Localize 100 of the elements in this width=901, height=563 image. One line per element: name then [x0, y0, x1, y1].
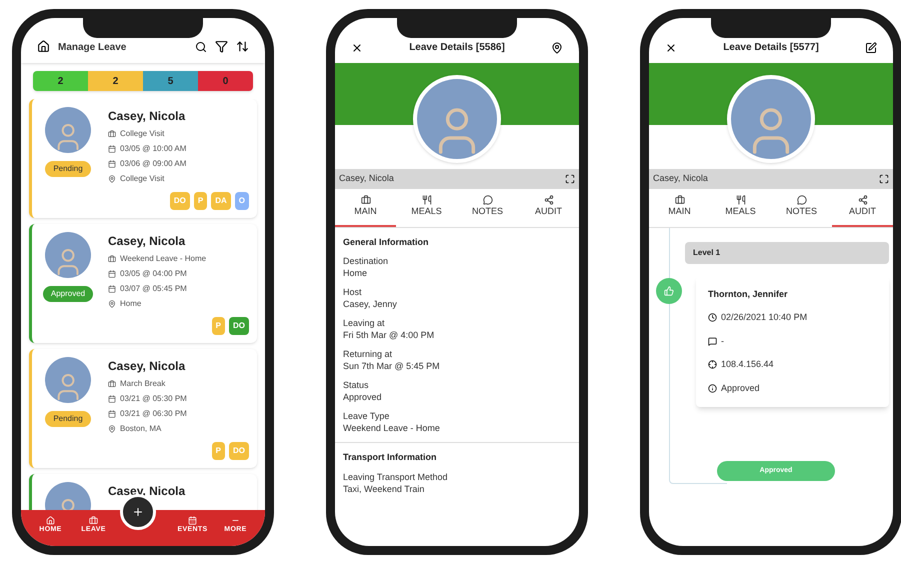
- home-icon: [46, 516, 55, 526]
- field-label: Destination: [343, 255, 390, 267]
- screen-title: Leave Details [5586]: [408, 41, 506, 55]
- section-heading: General Information: [343, 236, 430, 248]
- tab[interactable]: AUDIT: [518, 189, 579, 226]
- field-value: Casey, Jenny: [343, 298, 398, 310]
- field-label: Leave Type: [343, 410, 390, 422]
- tab[interactable]: MEALS: [396, 189, 457, 226]
- briefcase-icon: [674, 195, 684, 205]
- tag: DO: [229, 317, 249, 335]
- audit-status: Approved: [721, 382, 760, 395]
- student-name: Casey, Nicola: [108, 108, 186, 125]
- location: Home: [120, 298, 142, 310]
- leave-card[interactable]: Pending Casey, Nicola College Visit 03/05 @ 10:00 AM 03/06 @ 09:00 AM College Visit DO P DA O: [29, 99, 257, 218]
- screen-title: Manage Leave: [58, 41, 128, 55]
- calendar-icon: [108, 270, 116, 278]
- avatar-placeholder: [45, 232, 91, 278]
- tab[interactable]: MAIN: [649, 189, 710, 226]
- end-time: 03/07 @ 05:45 PM: [120, 283, 187, 295]
- leave-type: College Visit: [120, 128, 164, 140]
- expand-icon[interactable]: [565, 174, 575, 184]
- briefcase-icon: [360, 195, 370, 205]
- briefcase-icon: [89, 516, 98, 526]
- tab[interactable]: NOTES: [457, 189, 518, 226]
- field-value: Home: [343, 267, 368, 279]
- tag: DA: [211, 192, 231, 210]
- leave-type: March Break: [120, 378, 166, 390]
- speech-bubble-icon: [482, 195, 492, 205]
- status-badge: Pending: [45, 161, 91, 177]
- filter-icon[interactable]: [215, 40, 228, 53]
- field-label: Leaving Transport Method: [343, 470, 449, 482]
- calendar-icon: [188, 516, 197, 526]
- leave-card[interactable]: Pending Casey, Nicola March Break 03/21 @ 05:30 PM 03/21 @ 06:30 PM Boston, MA P DO: [29, 349, 257, 468]
- status-badge: Pending: [45, 411, 91, 427]
- location: College Visit: [120, 173, 164, 185]
- tab[interactable]: NOTES: [771, 189, 832, 226]
- tab[interactable]: AUDIT: [832, 189, 893, 226]
- briefcase-icon: [108, 380, 116, 388]
- sort-icon[interactable]: [236, 40, 249, 53]
- field-value: Taxi, Weekend Train: [343, 482, 426, 494]
- share-icon: [858, 195, 868, 205]
- tag: P: [212, 317, 225, 335]
- approver-name: Thornton, Jennifer: [708, 288, 788, 300]
- calendar-icon: [108, 160, 116, 168]
- tag: P: [212, 442, 225, 460]
- start-time: 03/05 @ 04:00 PM: [120, 268, 187, 280]
- calendar-icon: [108, 285, 116, 293]
- edit-icon[interactable]: [865, 42, 877, 54]
- calendar-icon: [108, 395, 116, 403]
- student-name: Casey, Nicola: [108, 233, 186, 250]
- plus-icon: [132, 506, 144, 518]
- audit-time: 02/26/2021 10:40 PM: [721, 311, 808, 324]
- expand-icon[interactable]: [879, 174, 889, 184]
- field-label: Returning at: [343, 348, 394, 360]
- tag: P: [194, 192, 208, 210]
- briefcase-icon: [108, 130, 116, 138]
- utensils-icon: [736, 195, 746, 205]
- leave-type: Weekend Leave - Home: [120, 253, 206, 265]
- tab[interactable]: MAIN: [335, 189, 396, 226]
- speech-bubble-icon: [796, 195, 806, 205]
- comment-icon: [708, 336, 717, 346]
- field-label: Host: [343, 286, 363, 298]
- status-badge: Approved: [42, 286, 94, 302]
- end-time: 03/06 @ 09:00 AM: [120, 158, 186, 170]
- avatar-placeholder: [45, 357, 91, 403]
- share-icon: [544, 195, 554, 205]
- avatar-placeholder: [45, 107, 91, 153]
- location: Boston, MA: [120, 423, 162, 435]
- start-time: 03/05 @ 10:00 AM: [120, 143, 186, 155]
- status-count[interactable]: 5: [143, 71, 198, 91]
- field-label: Status: [343, 379, 370, 391]
- utensils-icon: [422, 195, 432, 205]
- clock-icon: [708, 313, 717, 322]
- leave-card[interactable]: Approved Casey, Nicola Weekend Leave - Home 03/05 @ 04:00 PM 03/07 @ 05:45 PM Home P DO: [29, 224, 257, 343]
- close-icon[interactable]: [351, 42, 363, 54]
- calendar-icon: [108, 145, 116, 153]
- map-pin-icon[interactable]: [551, 42, 563, 54]
- info-icon: [708, 384, 717, 393]
- tag: DO: [170, 192, 190, 210]
- calendar-icon: [108, 410, 116, 418]
- home-icon[interactable]: [37, 40, 50, 53]
- close-icon[interactable]: [665, 42, 677, 54]
- screen-title: Leave Details [5577]: [722, 41, 820, 55]
- student-name: Casey, Nicola: [108, 358, 186, 375]
- search-icon[interactable]: [195, 40, 207, 52]
- section-heading: Transport Information: [343, 451, 438, 464]
- field-value: Weekend Leave - Home: [343, 422, 441, 434]
- field-label: Leaving at: [343, 317, 386, 329]
- level-header: Level 1: [685, 242, 889, 264]
- status-count[interactable]: 2: [88, 71, 143, 91]
- map-pin-icon: [108, 425, 116, 433]
- ip-address: 108.4.156.44: [721, 358, 774, 371]
- start-time: 03/21 @ 05:30 PM: [120, 393, 187, 405]
- crosshair-icon: [708, 360, 717, 370]
- student-name: Casey, Nicola: [339, 172, 394, 186]
- map-pin-icon: [108, 300, 116, 308]
- tab[interactable]: MEALS: [710, 189, 771, 226]
- tag: O: [234, 192, 249, 210]
- status-count[interactable]: 2: [33, 71, 88, 91]
- briefcase-icon: [108, 255, 116, 263]
